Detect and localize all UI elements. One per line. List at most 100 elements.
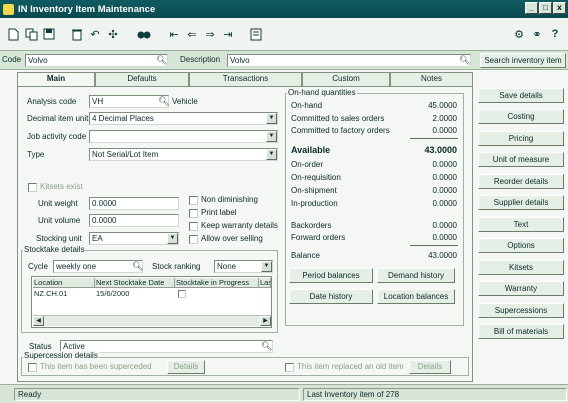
supplier-details-button[interactable]: Supplier details xyxy=(478,195,564,210)
help-icon[interactable]: ? xyxy=(548,27,562,41)
unit-weight-input[interactable]: 0.0000 xyxy=(89,197,179,210)
tab-custom[interactable]: Custom xyxy=(302,72,390,86)
search-inventory-item-button[interactable]: Search inventory item xyxy=(480,53,566,68)
analysis-code-description: Vehicle xyxy=(172,97,198,106)
on-order-label: On-order xyxy=(291,160,324,169)
period-balances-button[interactable]: Period balances xyxy=(289,268,373,283)
type-select[interactable]: Not Serial/Lot Item xyxy=(89,148,278,161)
tab-transactions[interactable]: Transactions xyxy=(189,72,302,86)
status-bar: Ready Last Inventory item of 278 xyxy=(0,384,568,403)
replaced-old-item-checkbox[interactable] xyxy=(285,363,294,372)
window-title: IN Inventory Item Maintenance xyxy=(18,3,156,15)
pricing-button[interactable]: Pricing xyxy=(478,131,564,146)
keep-warranty-checkbox[interactable] xyxy=(189,222,198,231)
link-icon[interactable]: ⚭ xyxy=(530,27,544,41)
next-record-icon[interactable]: ⇒ xyxy=(203,27,217,41)
supercessions-button[interactable]: Supercessions xyxy=(478,303,564,318)
forward-orders-label: Forward orders xyxy=(291,233,346,242)
grid-header-last[interactable]: Last xyxy=(259,278,271,288)
replaced-details-button[interactable]: Details xyxy=(409,360,451,374)
save-icon[interactable] xyxy=(42,27,56,41)
grid-header-in-progress[interactable]: Stocktake in Progress xyxy=(175,278,259,288)
bill-of-materials-button[interactable]: Bill of materials xyxy=(478,324,564,339)
minimize-button[interactable]: _ xyxy=(525,2,538,14)
reorder-details-button[interactable]: Reorder details xyxy=(478,174,564,189)
onhand-label: On-hand xyxy=(291,101,323,110)
undo-icon[interactable]: ↶ xyxy=(88,27,102,41)
maximize-button[interactable]: □ xyxy=(539,2,552,14)
delete-icon[interactable] xyxy=(70,27,84,41)
options-button[interactable]: Options xyxy=(478,238,564,253)
title-bar: IN Inventory Item Maintenance _ □ x xyxy=(0,0,568,18)
backorders-value: 0.0000 xyxy=(432,221,457,230)
job-dropdown-icon[interactable]: ▼ xyxy=(266,131,277,142)
forward-orders-value: 0.0000 xyxy=(432,233,457,242)
toolbar: ↶ ✣ ⇤ ⇐ ⇒ ⇥ ⚙ ⚭ ? xyxy=(0,18,568,51)
stocking-unit-input[interactable]: EA xyxy=(89,232,179,245)
description-search-icon[interactable]: 🔍︎ xyxy=(459,55,470,66)
on-order-value: 0.0000 xyxy=(432,160,457,169)
new-document-icon[interactable] xyxy=(6,27,20,41)
stocking-unit-dropdown-icon[interactable]: ▼ xyxy=(167,233,178,244)
stocktake-grid[interactable]: Location Next Stocktake Date Stocktake i… xyxy=(31,276,272,328)
status-ready: Ready xyxy=(14,388,300,401)
type-dropdown-icon[interactable]: ▼ xyxy=(266,149,277,160)
kitsets-exist-checkbox[interactable] xyxy=(28,183,37,192)
decimal-item-unit-select[interactable]: 4 Decimal Places xyxy=(89,112,278,125)
scroll-right-icon[interactable]: ▶ xyxy=(260,316,271,326)
save-details-button[interactable]: Save details xyxy=(478,88,564,103)
description-input[interactable]: Volvo xyxy=(227,54,471,67)
grid-horizontal-scrollbar[interactable]: ◀ ▶ xyxy=(33,315,271,326)
scroll-left-icon[interactable]: ◀ xyxy=(33,316,44,326)
decimal-dropdown-icon[interactable]: ▼ xyxy=(266,113,277,124)
tab-strip: Main Defaults Transactions Custom Notes xyxy=(17,72,473,87)
grid-cell-in-progress-checkbox[interactable] xyxy=(178,290,186,298)
committed-sales-label: Committed to sales orders xyxy=(291,114,385,123)
balance-label: Balance xyxy=(291,251,320,260)
notes-icon[interactable] xyxy=(249,27,263,41)
allow-over-selling-checkbox[interactable] xyxy=(189,235,198,244)
grid-header-next-stocktake[interactable]: Next Stocktake Date xyxy=(95,278,175,288)
find-icon[interactable] xyxy=(137,27,151,41)
grid-cell-location[interactable]: NZ.CH.01 xyxy=(33,289,67,299)
tab-main[interactable]: Main xyxy=(17,72,95,87)
warranty-button[interactable]: Warranty xyxy=(478,281,564,296)
cycle-input[interactable]: weekly one xyxy=(53,260,143,273)
non-diminishing-checkbox[interactable] xyxy=(189,196,198,205)
stock-ranking-dropdown-icon[interactable]: ▼ xyxy=(261,261,272,272)
cycle-search-icon[interactable]: 🔍︎ xyxy=(132,261,143,272)
text-button[interactable]: Text xyxy=(478,217,564,232)
cycle-label: Cycle xyxy=(28,262,49,271)
last-record-icon[interactable]: ⇥ xyxy=(221,27,235,41)
copy-icon[interactable] xyxy=(24,27,38,41)
tools-icon[interactable]: ⚙ xyxy=(512,27,526,41)
kitsets-button[interactable]: Kitsets xyxy=(478,260,564,275)
demand-history-button[interactable]: Demand history xyxy=(377,268,455,283)
location-balances-button[interactable]: Location balances xyxy=(377,289,455,304)
print-label-checkbox[interactable] xyxy=(189,209,198,218)
job-activity-code-select[interactable] xyxy=(89,130,278,143)
unit-volume-input[interactable]: 0.0000 xyxy=(89,214,179,227)
grid-cell-next-stocktake[interactable]: 15/6/2000 xyxy=(95,289,129,299)
refresh-icon[interactable]: ✣ xyxy=(106,27,120,41)
unit-of-measure-button[interactable]: Unit of measure xyxy=(478,152,564,167)
grid-header-location[interactable]: Location xyxy=(33,278,95,288)
costing-button[interactable]: Costing xyxy=(478,109,564,124)
tab-defaults[interactable]: Defaults xyxy=(95,72,189,86)
date-history-button[interactable]: Date history xyxy=(289,289,373,304)
status-search-icon[interactable]: 🔍︎ xyxy=(261,341,272,352)
committed-sales-value: 2.0000 xyxy=(432,114,457,123)
unit-volume-label: Unit volume xyxy=(38,216,81,225)
analysis-code-search-icon[interactable]: 🔍︎ xyxy=(158,96,169,107)
code-search-icon[interactable]: 🔍︎ xyxy=(156,55,167,66)
superceded-details-button[interactable]: Details xyxy=(167,360,205,374)
code-input[interactable]: Volvo xyxy=(25,54,168,67)
close-button[interactable]: x xyxy=(553,2,566,14)
onhand-value: 45.0000 xyxy=(428,101,457,110)
analysis-code-input[interactable]: VH xyxy=(89,95,169,108)
previous-record-icon[interactable]: ⇐ xyxy=(185,27,199,41)
tab-notes[interactable]: Notes xyxy=(390,72,473,86)
print-label-label: Print label xyxy=(201,208,237,217)
first-record-icon[interactable]: ⇤ xyxy=(167,27,181,41)
superceded-checkbox[interactable] xyxy=(28,363,37,372)
